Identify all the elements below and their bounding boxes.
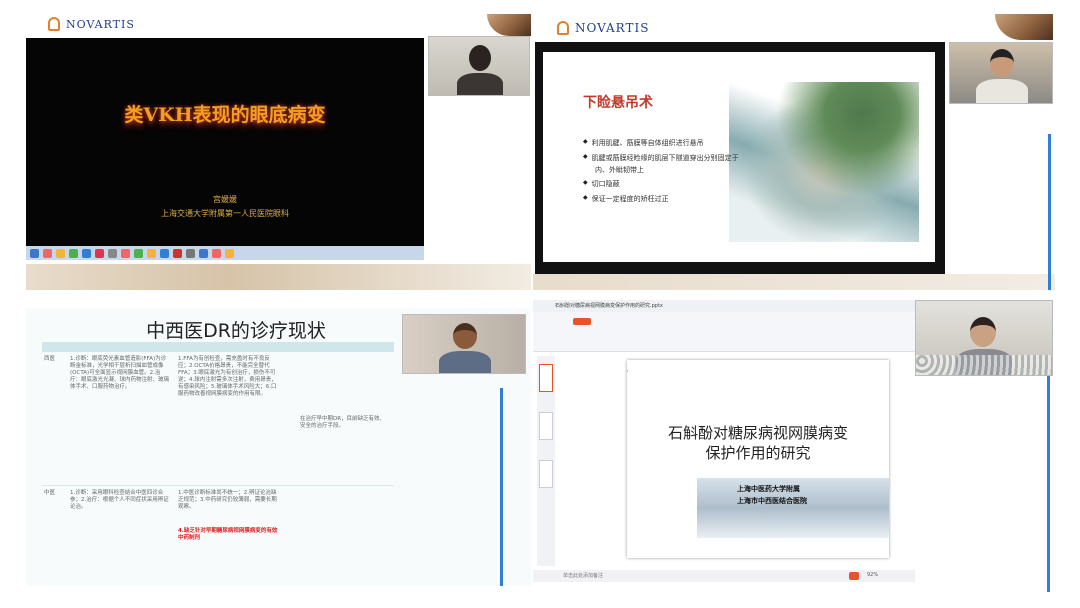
participant-camera-1[interactable] [428, 36, 530, 96]
table-row: 西医 1.诊断：眼底荧光素血管造影(FFA)为诊断金标准，光学相干层析扫描血管成… [42, 354, 394, 486]
cell-summary: 在治疗早中期DR，目前缺乏有效、安全的治疗手段。 [300, 416, 386, 429]
participant-camera-2[interactable] [949, 42, 1053, 104]
shared-slide: 类VKH表现的眼底病变 宫媛媛 上海交通大学附属第一人民医院眼科 [26, 38, 424, 260]
app-icon[interactable] [147, 248, 156, 258]
table-row: 中医 1.诊断：采用眼科检查结合中医四诊合参；2.治疗：根据个人不同症状采用辨证… [42, 488, 394, 570]
start-icon[interactable] [30, 248, 39, 258]
window-edge-accent [1047, 376, 1050, 592]
slide-bullet-continuation: 内、外眦韧带上 [595, 166, 644, 174]
app-icon[interactable] [69, 248, 78, 258]
app-icon[interactable] [173, 248, 182, 258]
video-tile-1[interactable]: NOVARTIS 类VKH表现的眼底病变 宫媛媛 上海交通大学附属第一人民医院眼… [26, 14, 531, 290]
app-icon[interactable] [134, 248, 143, 258]
app-icon[interactable] [43, 248, 52, 258]
app-icon[interactable] [186, 248, 195, 258]
ribbon-start-tab[interactable] [573, 318, 591, 325]
cell-diagnosis: 1.诊断：采用眼科检查结合中医四诊合参；2.治疗：根据个人不同症状采用辨证论治。 [70, 490, 169, 510]
participant-avatar [990, 49, 1014, 77]
row-label: 西医 [44, 356, 56, 362]
ppt-ribbon[interactable] [533, 312, 915, 352]
slide-bullet: 肌腱或筋膜经睑缘的肌层下隧道穿出分别固定于 [583, 153, 739, 163]
novartis-mark-icon [557, 21, 569, 35]
windows-taskbar[interactable] [26, 246, 424, 260]
slide-thumbnails[interactable] [537, 356, 555, 566]
cell-problems: 1.FFA为有创检查，需充盈时有不良反应；2.OCTA价格昂贵，不能完全替代FF… [178, 356, 277, 397]
participant-camera-3[interactable] [402, 314, 526, 374]
app-icon[interactable] [56, 248, 65, 258]
slide-title: 类VKH表现的眼底病变 [124, 104, 326, 126]
cell-problems: 1.中医诊断标准尚不统一；2.辨证论治缺乏规范；3.中药研究仍较薄弱，需要长期观… [178, 490, 277, 510]
app-icon[interactable] [95, 248, 104, 258]
zoom-level: 92% [867, 572, 879, 578]
participant-body [976, 79, 1028, 103]
current-slide: 石斛酚对糖尿病视网膜病变 保护作用的研究 上海中医药大学附属 上海市中西医结合医… [627, 360, 889, 558]
ppt-tab-bar: 石斛酚对糖尿病视网膜病变保护作用的研究.pptx [533, 300, 915, 312]
participant-avatar [453, 323, 477, 349]
slide-title: 中西医DR的诊疗现状 [146, 320, 326, 342]
slide-affiliation-2: 上海市中西医结合医院 [737, 496, 807, 505]
novartis-mark-icon [48, 17, 60, 31]
speaker-affiliation: 上海交通大学附属第一人民医院眼科 [161, 209, 289, 218]
window-edge-accent [1048, 134, 1051, 290]
cell-diagnosis: 1.诊断：眼底荧光素血管造影(FFA)为诊断金标准，光学相干层析扫描血管成像(O… [70, 356, 170, 390]
novartis-logo: NOVARTIS [557, 21, 649, 35]
novartis-logo: NOVARTIS [48, 17, 135, 31]
island-art [729, 82, 919, 242]
shared-slide: 下睑悬吊术 利用肌腱、筋膜等自体组织进行悬吊 肌腱或筋膜经睑缘的肌层下隧道穿出分… [535, 42, 945, 274]
participant-body [457, 73, 503, 95]
participant-camera-4[interactable] [915, 300, 1053, 376]
participant-avatar [970, 317, 996, 347]
video-tile-3[interactable]: 中西医DR的诊疗现状 西医 1.诊断：眼底荧光素血管造影(FFA)为诊断金标准，… [26, 308, 531, 586]
brand-name: NOVARTIS [66, 17, 135, 31]
app-icon[interactable] [225, 248, 234, 258]
participant-avatar [469, 45, 491, 71]
slide-thumbnail[interactable] [539, 364, 553, 392]
slide-bullet: 利用肌腱、筋膜等自体组织进行悬吊 [583, 138, 704, 148]
app-icon[interactable] [121, 248, 130, 258]
window-edge-accent [500, 388, 503, 586]
row-label: 中医 [44, 490, 56, 496]
speaker-name: 宫媛媛 [213, 195, 237, 204]
floor-decoration [533, 274, 1055, 290]
slide-title: 下睑悬吊术 [583, 95, 653, 111]
slide-title-line-1: 石斛酚对糖尿病视网膜病变 [667, 424, 848, 442]
app-icon[interactable] [108, 248, 117, 258]
slide-thumbnail[interactable] [539, 412, 553, 440]
app-icon[interactable] [160, 248, 169, 258]
slide-canvas: 下睑悬吊术 利用肌腱、筋膜等自体组织进行悬吊 肌腱或筋膜经睑缘的肌层下隧道穿出分… [543, 52, 935, 262]
notes-placeholder[interactable]: 单击此处添加备注 [563, 572, 603, 579]
video-tile-2[interactable]: NOVARTIS 下睑悬吊术 利用肌腱、筋膜等自体组织进行悬吊 肌腱或筋膜经睑缘… [533, 14, 1055, 290]
eye-decoration-icon [995, 14, 1053, 40]
slide-affiliation-1: 上海中医药大学附属 [737, 484, 800, 493]
app-icon[interactable] [82, 248, 91, 258]
document-tab[interactable]: 石斛酚对糖尿病视网膜病变保护作用的研究.pptx [555, 302, 665, 311]
slide-thumbnail[interactable] [539, 460, 553, 488]
cell-highlight: 4.缺乏针对早期糖尿病视网膜病变的有效中药制剂 [178, 528, 278, 541]
slide-bullet: 保证一定程度的矫枉过正 [583, 194, 669, 204]
table-header [42, 342, 394, 352]
eye-decoration-icon [487, 14, 531, 36]
play-button[interactable] [849, 572, 859, 580]
video-tile-4[interactable]: 石斛酚对糖尿病视网膜病变保护作用的研究.pptx 石斛酚对糖尿病视网膜病变 保护… [533, 300, 1055, 592]
ppt-status-bar: 单击此处添加备注 92% [533, 570, 915, 582]
slide-bullet: 切口隐蔽 [583, 179, 620, 189]
brand-name: NOVARTIS [575, 21, 650, 35]
participant-body [439, 351, 491, 373]
app-icon[interactable] [199, 248, 208, 258]
app-icon[interactable] [212, 248, 221, 258]
slide-title-line-2: 保护作用的研究 [705, 444, 811, 462]
floor-decoration [26, 264, 531, 290]
hexagon-pattern [916, 355, 1052, 375]
